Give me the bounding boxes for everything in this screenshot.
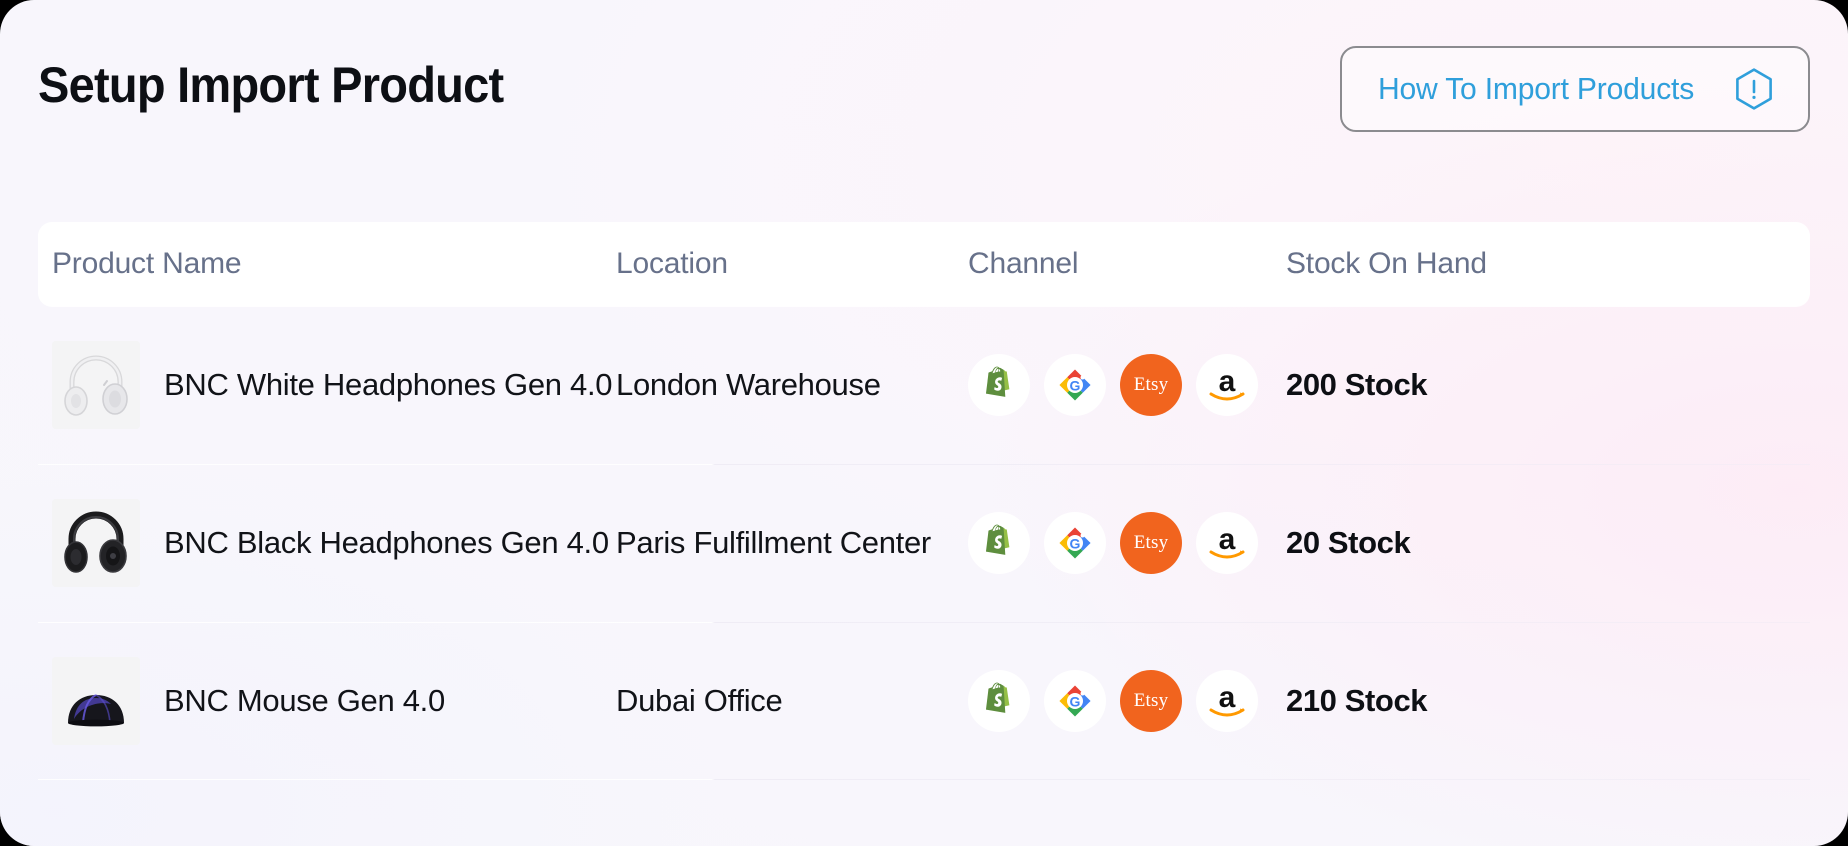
stock-value: 210 Stock bbox=[1286, 683, 1428, 718]
how-to-import-products-button[interactable]: How To Import Products bbox=[1340, 46, 1810, 132]
white-headphones-image bbox=[52, 341, 140, 429]
product-cell: BNC Black Headphones Gen 4.0 bbox=[38, 499, 616, 587]
stock-cell: 200 Stock bbox=[1286, 367, 1586, 403]
etsy-icon[interactable]: Etsy bbox=[1120, 670, 1182, 732]
svg-text:G: G bbox=[1070, 378, 1081, 394]
table-row[interactable]: BNC White Headphones Gen 4.0 London Ware… bbox=[38, 306, 1810, 464]
channel-icon-list: G Etsy a bbox=[968, 670, 1286, 732]
svg-text:G: G bbox=[1070, 536, 1081, 552]
black-headphones-image bbox=[52, 499, 140, 587]
help-button-label: How To Import Products bbox=[1378, 71, 1695, 106]
svg-text:a: a bbox=[1219, 365, 1236, 398]
import-product-card: Setup Import Product How To Import Produ… bbox=[0, 0, 1848, 846]
svg-text:a: a bbox=[1219, 681, 1236, 714]
stock-cell: 20 Stock bbox=[1286, 525, 1586, 561]
table-row[interactable]: BNC Mouse Gen 4.0 Dubai Office G Etsy a … bbox=[38, 622, 1810, 780]
etsy-wordmark: Etsy bbox=[1120, 512, 1182, 574]
google-shopping-icon[interactable]: G bbox=[1044, 512, 1106, 574]
channel-icon-list: G Etsy a bbox=[968, 354, 1286, 416]
product-cell: BNC White Headphones Gen 4.0 bbox=[38, 341, 616, 429]
hexagon-exclamation-icon bbox=[1730, 65, 1778, 113]
column-header-stock-on-hand: Stock On Hand bbox=[1286, 247, 1487, 280]
location-cell: Paris Fulfillment Center bbox=[616, 525, 968, 561]
location-value: Dubai Office bbox=[616, 683, 783, 718]
google-shopping-icon[interactable]: G bbox=[1044, 354, 1106, 416]
shopify-icon[interactable] bbox=[968, 512, 1030, 574]
channel-cell: G Etsy a bbox=[968, 512, 1286, 574]
amazon-icon[interactable]: a bbox=[1196, 512, 1258, 574]
column-header-product-name: Product Name bbox=[52, 247, 242, 280]
product-name: BNC Black Headphones Gen 4.0 bbox=[164, 525, 609, 560]
amazon-icon[interactable]: a bbox=[1196, 670, 1258, 732]
etsy-wordmark: Etsy bbox=[1120, 670, 1182, 732]
channel-icon-list: G Etsy a bbox=[968, 512, 1286, 574]
shopify-icon[interactable] bbox=[968, 670, 1030, 732]
svg-text:a: a bbox=[1219, 523, 1236, 556]
column-header-location: Location bbox=[616, 247, 728, 280]
product-cell: BNC Mouse Gen 4.0 bbox=[38, 657, 616, 745]
location-value: London Warehouse bbox=[616, 367, 881, 402]
svg-text:G: G bbox=[1070, 694, 1081, 710]
product-name: BNC Mouse Gen 4.0 bbox=[164, 683, 445, 718]
stock-value: 200 Stock bbox=[1286, 367, 1428, 402]
location-cell: London Warehouse bbox=[616, 367, 968, 403]
stock-cell: 210 Stock bbox=[1286, 683, 1586, 719]
page-title: Setup Import Product bbox=[38, 57, 504, 113]
channel-cell: G Etsy a bbox=[968, 670, 1286, 732]
products-table: Product Name Location Channel Stock On H… bbox=[38, 222, 1810, 780]
location-value: Paris Fulfillment Center bbox=[616, 525, 931, 560]
location-cell: Dubai Office bbox=[616, 683, 968, 719]
table-body: BNC White Headphones Gen 4.0 London Ware… bbox=[38, 306, 1810, 780]
channel-cell: G Etsy a bbox=[968, 354, 1286, 416]
computer-mouse-image bbox=[52, 657, 140, 745]
google-shopping-icon[interactable]: G bbox=[1044, 670, 1106, 732]
column-header-channel: Channel bbox=[968, 247, 1079, 280]
product-name: BNC White Headphones Gen 4.0 bbox=[164, 367, 613, 402]
stock-value: 20 Stock bbox=[1286, 525, 1411, 560]
table-row[interactable]: BNC Black Headphones Gen 4.0 Paris Fulfi… bbox=[38, 464, 1810, 622]
table-header-row: Product Name Location Channel Stock On H… bbox=[38, 222, 1810, 306]
etsy-icon[interactable]: Etsy bbox=[1120, 354, 1182, 416]
etsy-icon[interactable]: Etsy bbox=[1120, 512, 1182, 574]
etsy-wordmark: Etsy bbox=[1120, 354, 1182, 416]
page-header: Setup Import Product How To Import Produ… bbox=[38, 46, 1810, 142]
shopify-icon[interactable] bbox=[968, 354, 1030, 416]
amazon-icon[interactable]: a bbox=[1196, 354, 1258, 416]
